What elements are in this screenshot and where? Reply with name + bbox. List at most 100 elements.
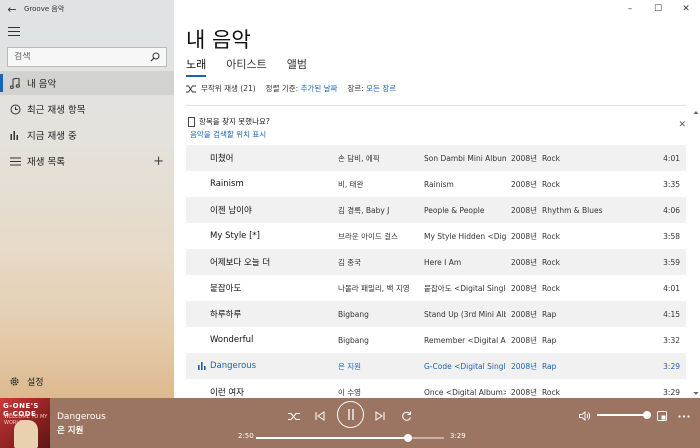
tab-artists[interactable]: 아티스트 (226, 56, 266, 76)
song-album: Once <Digital Album> (424, 387, 506, 397)
more-button[interactable] (674, 406, 694, 426)
song-row[interactable]: Wonderful Bigbang Remember <Digital Album 2… (186, 327, 686, 353)
song-genre: Rhythm & Blues (542, 205, 603, 215)
song-row[interactable]: Dangerous 은 지원 G-Code <Digital Single> 2008… (186, 353, 686, 379)
song-title: 붙잡아도 (210, 284, 242, 294)
now-playing-title[interactable]: Dangerous (57, 412, 106, 422)
song-year: 2008년 (511, 179, 537, 189)
hamburger-menu-icon[interactable] (8, 27, 20, 37)
progress-slider[interactable] (256, 434, 444, 442)
scrollbar[interactable] (692, 108, 700, 398)
song-row[interactable]: Rainism 비, 태완 Rainism 2008년 Rock 3:35 (186, 171, 686, 197)
mini-view-icon (657, 411, 667, 421)
choose-music-location-link[interactable]: 음악을 검색할 위치 표시 (188, 129, 270, 140)
pause-icon (347, 409, 354, 420)
song-year: 2008년 (511, 335, 537, 345)
song-year: 2008년 (511, 283, 537, 293)
song-genre: Rock (542, 231, 560, 241)
song-row[interactable]: 어제보다 오늘 더 김 종국 Here I Am 2008년 Rock 3:59 (186, 249, 686, 275)
sort-value: 추가된 날짜 (300, 84, 338, 93)
song-row[interactable]: 미쳤어 손 담비, 에픽 Son Dambi Mini Album V 2008년 Ro… (186, 145, 686, 171)
back-arrow-icon: ← (7, 2, 17, 16)
song-genre: Rock (542, 257, 560, 267)
search-icon[interactable] (150, 52, 160, 62)
shuffle-icon (288, 412, 300, 420)
tab-bar: 노래 아티스트 앨범 (186, 56, 307, 77)
song-genre: Rap (542, 361, 557, 371)
now-playing-bars-icon (198, 362, 206, 370)
song-title: Rainism (210, 179, 244, 189)
song-row[interactable]: My Style [*] 브라운 아이드 걸스 My Style Hidden <D… (186, 223, 686, 249)
notice-question: 항목을 찾지 못했나요? (199, 117, 270, 126)
mini-view-button[interactable] (652, 406, 672, 426)
album-art[interactable]: G-ONE'S G-CODE WELCOME TO MY WORLD (0, 398, 50, 448)
device-icon (188, 116, 195, 127)
close-button[interactable]: ✕ (672, 0, 700, 18)
sort-control[interactable]: 정렬 기준: 추가된 날짜 (266, 83, 338, 94)
tab-songs[interactable]: 노래 (186, 56, 207, 77)
genre-control[interactable]: 장르: 모든 장르 (347, 83, 396, 94)
maximize-button[interactable]: ☐ (644, 0, 672, 18)
previous-button[interactable] (310, 406, 330, 426)
song-artist: 손 담비, 에픽 (338, 153, 380, 163)
player-bar: G-ONE'S G-CODE WELCOME TO MY WORLD Dange… (0, 398, 700, 448)
missing-music-notice: 항목을 찾지 못했나요? 음악을 검색할 위치 표시 (188, 116, 270, 140)
song-album: Stand Up (3rd Mini Album (424, 309, 506, 319)
sidebar: ← Groove 음악 내 음악 최근 재생 항목 지금 재생 중 재생 목록 … (0, 0, 174, 398)
song-album: G-Code <Digital Single> (424, 361, 506, 371)
shuffle-all-button[interactable]: 무작위 재생 (21) (186, 83, 256, 94)
volume-thumb[interactable] (643, 411, 651, 419)
song-row[interactable]: 하루하루 Bigbang Stand Up (3rd Mini Album 2008년… (186, 301, 686, 327)
search-box[interactable] (7, 47, 167, 67)
bars-icon (9, 129, 21, 141)
song-genre: Rock (542, 387, 560, 397)
song-duration: 4:01 (663, 153, 680, 163)
sidebar-item-my-music[interactable]: 내 음악 (0, 71, 174, 95)
song-duration: 4:15 (663, 309, 680, 319)
volume-button[interactable] (575, 406, 595, 426)
song-year: 2008년 (511, 309, 537, 319)
progress-thumb[interactable] (404, 434, 413, 442)
next-button[interactable] (370, 406, 390, 426)
search-input[interactable] (14, 52, 144, 62)
repeat-button[interactable] (396, 406, 416, 426)
now-playing-artist[interactable]: 은 지원 (57, 424, 83, 436)
song-duration: 3:32 (663, 335, 680, 345)
page-title: 내 음악 (186, 28, 251, 52)
minimize-button[interactable]: – (616, 0, 644, 18)
divider (186, 105, 686, 106)
album-art-photo (14, 420, 38, 448)
song-list: 미쳤어 손 담비, 에픽 Son Dambi Mini Album V 2008년 Ro… (186, 145, 686, 405)
song-duration: 3:35 (663, 179, 680, 189)
volume-fill (597, 414, 647, 416)
filter-bar: 무작위 재생 (21) 정렬 기준: 추가된 날짜 장르: 모든 장르 (186, 83, 396, 94)
more-icon (678, 414, 690, 418)
app-title: Groove 음악 (24, 5, 65, 13)
song-year: 2008년 (511, 387, 537, 397)
sidebar-item-recent[interactable]: 최근 재생 항목 (0, 97, 174, 121)
song-year: 2008년 (511, 205, 537, 215)
song-duration: 3:29 (663, 387, 680, 397)
tab-albums[interactable]: 앨범 (287, 56, 307, 76)
volume-slider[interactable] (597, 411, 651, 419)
song-year: 2008년 (511, 257, 537, 267)
sidebar-item-now-playing[interactable]: 지금 재생 중 (0, 123, 174, 147)
notice-close-button[interactable]: ✕ (678, 120, 686, 130)
song-row[interactable]: 붙잡아도 나몰라 패밀리, 백 지영 붙잡아도 <Digital Single 200… (186, 275, 686, 301)
song-artist: Bigbang (338, 335, 369, 345)
settings-button[interactable]: 설정 (9, 375, 44, 388)
sort-prefix: 정렬 기준: (265, 84, 299, 93)
song-duration: 3:29 (663, 361, 680, 371)
next-icon (375, 411, 385, 421)
genre-value: 모든 장르 (366, 84, 397, 93)
shuffle-button[interactable] (284, 406, 304, 426)
back-button[interactable]: ← (0, 0, 24, 18)
song-row[interactable]: 이젠 남이야 김 경록, Baby J People & People 2008년 Rh… (186, 197, 686, 223)
song-title: Wonderful (210, 335, 254, 345)
pause-button[interactable] (337, 401, 364, 428)
song-title: 미쳤어 (210, 154, 234, 164)
sidebar-item-playlists[interactable]: 재생 목록 + (0, 149, 174, 173)
song-album: Rainism (424, 179, 454, 189)
add-playlist-button[interactable]: + (153, 154, 164, 169)
time-elapsed: 2:50 (238, 432, 254, 440)
